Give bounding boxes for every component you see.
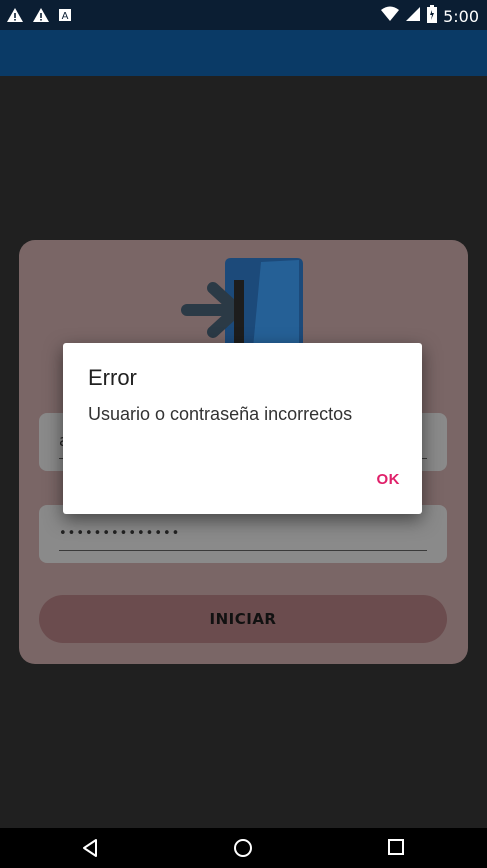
- battery-icon: [427, 5, 438, 27]
- status-bar: A 5:00: [0, 0, 487, 30]
- ok-button[interactable]: OK: [377, 471, 401, 488]
- dialog-message: Usuario o contraseña incorrectos: [88, 404, 353, 424]
- warning-icon: [6, 7, 24, 27]
- wifi-icon: [381, 6, 400, 26]
- home-icon[interactable]: [233, 838, 253, 862]
- signal-icon: [405, 6, 421, 26]
- login-icon: [181, 258, 311, 348]
- back-icon[interactable]: [80, 838, 100, 862]
- iniciar-button[interactable]: INICIAR: [39, 595, 447, 643]
- notification-a-icon: A: [58, 7, 72, 27]
- error-dialog: Error Usuario o contraseña incorrectos O…: [63, 343, 422, 514]
- warning-icon: [32, 7, 50, 27]
- app-bar: [0, 30, 487, 76]
- navigation-bar: [0, 828, 487, 868]
- svg-text:A: A: [62, 11, 69, 22]
- password-value: ••••••••••••••: [59, 526, 181, 541]
- password-underline: [59, 550, 427, 551]
- status-time: 5:00: [443, 6, 479, 26]
- recents-icon[interactable]: [387, 838, 405, 860]
- dialog-title: Error: [88, 365, 137, 390]
